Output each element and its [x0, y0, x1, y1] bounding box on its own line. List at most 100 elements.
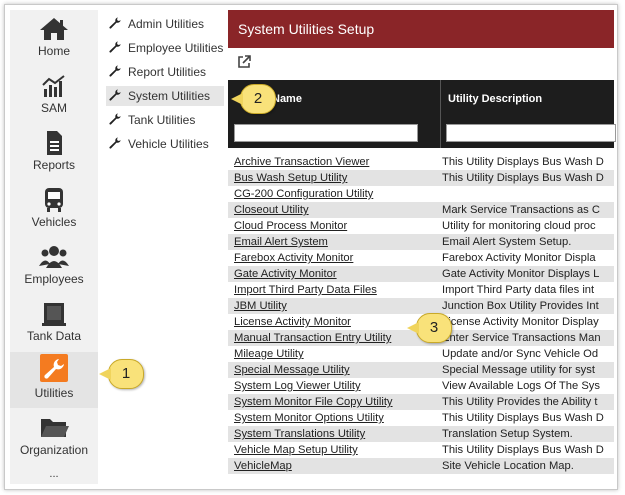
utility-name-link[interactable]: Closeout Utility — [234, 202, 309, 218]
wrench-icon — [109, 137, 121, 149]
callout-1: 1 — [99, 359, 144, 389]
left-nav: Home SAM Reports Vehicles Employees Tank… — [10, 10, 98, 484]
folder-icon — [41, 419, 69, 437]
table-row: Vehicle Map Setup Utility This Utility Di… — [228, 442, 614, 458]
tank-icon — [42, 303, 66, 326]
utility-description: This Utility Displays Bus Wash D — [442, 444, 604, 456]
table-row: Bus Wash Setup Utility This Utility Displ… — [228, 170, 614, 186]
table-row: Farebox Activity Monitor Farebox Activity… — [228, 250, 614, 266]
submenu-report-utilities[interactable]: Report Utilities — [106, 62, 224, 82]
column-divider — [440, 80, 441, 148]
wrench-icon — [109, 17, 121, 29]
name-filter-input[interactable] — [234, 124, 418, 142]
table-row: Closeout Utility Mark Service Transaction… — [228, 202, 614, 218]
wrench-icon — [109, 89, 121, 101]
utility-description: Special Message utility for syst — [442, 364, 595, 376]
utility-name-link[interactable]: System Translations Utility — [234, 426, 365, 442]
utility-description: View Available Logs Of The Sys — [442, 380, 600, 392]
nav-employees-label: Employees — [24, 272, 84, 286]
submenu-vehicle-utilities[interactable]: Vehicle Utilities — [106, 134, 224, 154]
utility-description: Update and/or Sync Vehicle Od — [442, 348, 599, 360]
utility-name-link[interactable]: Import Third Party Data Files — [234, 282, 377, 298]
utilities-table-body: Archive Transaction Viewer This Utility D… — [228, 154, 614, 474]
utility-name-link[interactable]: CG-200 Configuration Utility — [234, 186, 373, 202]
utility-name-link[interactable]: Farebox Activity Monitor — [234, 250, 353, 266]
external-link-icon[interactable] — [236, 54, 252, 70]
table-row: System Translations Utility Translation S… — [228, 426, 614, 442]
callout-pointer — [407, 322, 419, 334]
table-row: Mileage Utility Update and/or Sync Vehicl… — [228, 346, 614, 362]
column-header-name[interactable]: Name — [272, 93, 302, 105]
nav-reports[interactable]: Reports — [10, 124, 98, 180]
utility-name-link[interactable]: Mileage Utility — [234, 346, 304, 362]
callout-3: 3 — [407, 313, 452, 343]
table-row: System Monitor File Copy Utility This Uti… — [228, 394, 614, 410]
utility-name-link[interactable]: Email Alert System — [234, 234, 328, 250]
description-filter-input[interactable] — [446, 124, 616, 142]
utility-name-link[interactable]: Gate Activity Monitor — [234, 266, 337, 282]
utility-name-link[interactable]: License Activity Monitor — [234, 314, 351, 330]
utility-name-link[interactable]: Special Message Utility — [234, 362, 350, 378]
nav-reports-label: Reports — [32, 158, 76, 172]
table-row: Archive Transaction Viewer This Utility D… — [228, 154, 614, 170]
nav-vehicles[interactable]: Vehicles — [10, 181, 98, 237]
submenu-employee-utilities[interactable]: Employee Utilities — [106, 38, 224, 58]
callout-pointer — [231, 93, 243, 105]
nav-sam[interactable]: SAM — [10, 67, 98, 123]
nav-organization[interactable]: Organization — [10, 409, 98, 465]
nav-employees[interactable]: Employees — [10, 238, 98, 294]
main-panel: System Utilities Setup Name Utility Desc… — [228, 10, 616, 484]
utility-description: Utility for monitoring cloud proc — [442, 220, 596, 232]
nav-more: ... — [49, 468, 59, 480]
utility-name-link[interactable]: Archive Transaction Viewer — [234, 154, 369, 170]
table-row: Gate Activity Monitor Gate Activity Monit… — [228, 266, 614, 282]
nav-vehicles-label: Vehicles — [31, 215, 77, 229]
table-row: JBM Utility Junction Box Utility Provides… — [228, 298, 614, 314]
utility-name-link[interactable]: System Monitor File Copy Utility — [234, 394, 393, 410]
utility-description: Junction Box Utility Provides Int — [442, 300, 599, 312]
utility-name-link[interactable]: System Monitor Options Utility — [234, 410, 384, 426]
utility-name-link[interactable]: Manual Transaction Entry Utility — [234, 330, 391, 346]
submenu-admin-utilities[interactable]: Admin Utilities — [106, 14, 224, 34]
utility-description: Enter Service Transactions Man — [442, 332, 601, 344]
utility-name-link[interactable]: Cloud Process Monitor — [234, 218, 347, 234]
table-row: Special Message Utility Special Message u… — [228, 362, 614, 378]
utility-name-link[interactable]: Vehicle Map Setup Utility — [234, 442, 358, 458]
utility-description: Farebox Activity Monitor Displa — [442, 252, 596, 264]
utility-description: Mark Service Transactions as C — [442, 204, 600, 216]
users-icon — [39, 246, 69, 268]
submenu-tank-utilities[interactable]: Tank Utilities — [106, 110, 224, 130]
bus-icon — [45, 188, 63, 212]
callout-pointer — [99, 368, 111, 380]
utility-description: Site Vehicle Location Map. — [442, 460, 574, 472]
nav-organization-label: Organization — [19, 443, 89, 457]
utility-description: Email Alert System Setup. — [442, 236, 572, 248]
submenu-label: Report Utilities — [128, 65, 207, 79]
utility-description: License Activity Monitor Display — [442, 316, 599, 328]
table-row: System Log Viewer Utility View Available … — [228, 378, 614, 394]
utility-description: Translation Setup System. — [442, 428, 573, 440]
chart-icon — [42, 75, 65, 97]
table-row: Email Alert System Email Alert System Set… — [228, 234, 614, 250]
wrench-icon — [109, 65, 121, 77]
callout-2: 2 — [231, 84, 276, 114]
nav-tank-data[interactable]: Tank Data — [10, 295, 98, 351]
nav-utilities[interactable]: Utilities — [10, 352, 98, 408]
page-title: System Utilities Setup — [238, 21, 375, 37]
utility-name-link[interactable]: JBM Utility — [234, 298, 287, 314]
table-row: Cloud Process Monitor Utility for monitor… — [228, 218, 614, 234]
nav-home[interactable]: Home — [10, 10, 98, 66]
wrench-icon — [109, 41, 121, 53]
nav-utilities-label: Utilities — [34, 386, 74, 400]
column-header-description[interactable]: Utility Description — [448, 93, 542, 105]
submenu-system-utilities[interactable]: System Utilities — [106, 86, 224, 106]
utility-name-link[interactable]: Bus Wash Setup Utility — [234, 170, 347, 186]
wrench-icon — [109, 113, 121, 125]
nav-home-label: Home — [37, 44, 70, 58]
document-icon — [47, 131, 62, 155]
utility-description: Gate Activity Monitor Displays L — [442, 268, 600, 280]
utility-name-link[interactable]: System Log Viewer Utility — [234, 378, 361, 394]
utility-name-link[interactable]: VehicleMap — [234, 458, 292, 474]
table-row: Import Third Party Data Files Import Thir… — [228, 282, 614, 298]
home-icon — [40, 18, 68, 40]
